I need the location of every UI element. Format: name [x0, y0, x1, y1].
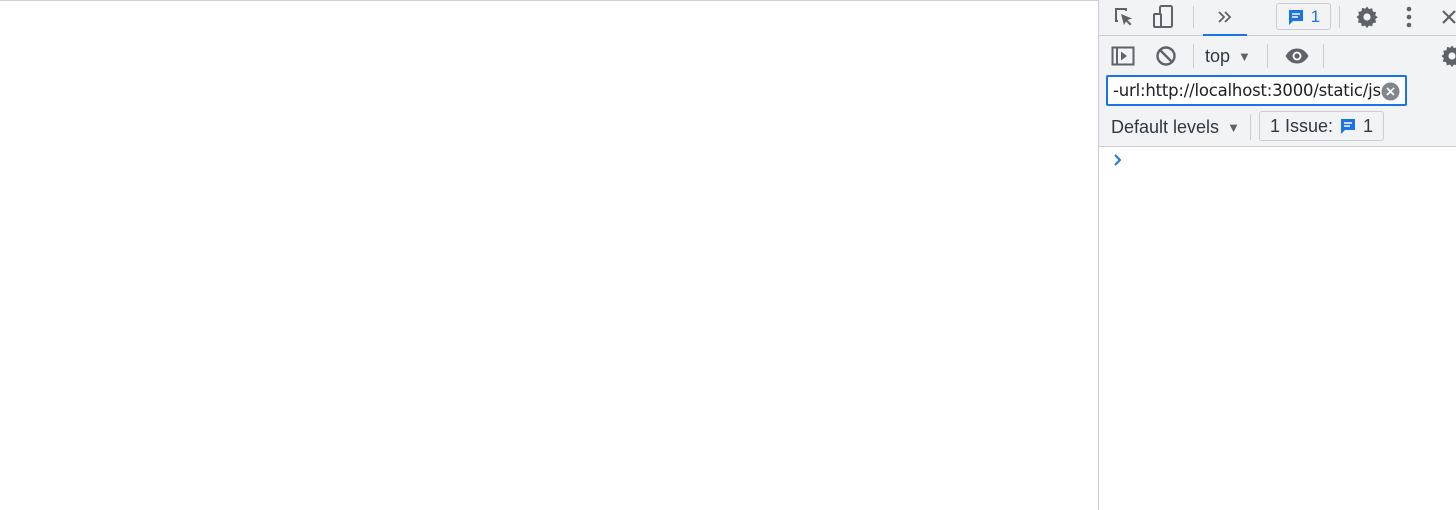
console-input[interactable]	[1129, 150, 1449, 172]
issues-message-icon	[1339, 117, 1357, 135]
issues-badge-count: 1	[1310, 6, 1321, 26]
default-levels-dropdown[interactable]: Default levels ▼	[1111, 115, 1240, 139]
tab-separator	[1339, 6, 1340, 28]
console-settings-gear-icon[interactable]	[1439, 43, 1456, 69]
console-toolbar	[1099, 36, 1456, 74]
device-toolbar-icon[interactable]	[1150, 3, 1176, 31]
toolbar-separator	[1193, 44, 1194, 68]
settings-gear-icon[interactable]	[1353, 3, 1381, 31]
clear-filter-icon[interactable]	[1381, 82, 1400, 101]
live-expression-eye-icon[interactable]	[1284, 45, 1310, 67]
issues-badge-button[interactable]: 1	[1276, 3, 1331, 30]
levels-dropdown-arrow-icon: ▼	[1227, 119, 1240, 135]
context-label: top	[1205, 45, 1231, 66]
context-selector[interactable]: top ▼	[1205, 44, 1251, 68]
close-icon[interactable]	[1439, 5, 1456, 29]
more-tabs-button[interactable]	[1203, 0, 1247, 36]
tab-separator	[1193, 6, 1194, 28]
issues-count: 1	[1363, 115, 1374, 136]
filter-input[interactable]	[1113, 81, 1381, 100]
devtools-panel: 1 top ▼ -url:http://localhost:3000/stati…	[1098, 0, 1456, 510]
devtools-tab-bar: 1	[1099, 0, 1456, 36]
console-prompt-chevron-icon	[1113, 152, 1125, 168]
clear-console-icon[interactable]	[1155, 45, 1177, 67]
inspect-element-icon[interactable]	[1111, 4, 1137, 30]
context-dropdown-arrow-icon: ▼	[1238, 48, 1251, 64]
default-levels-label: Default levels	[1111, 116, 1220, 137]
toolbar-separator	[1267, 44, 1268, 68]
console-filter-field[interactable]	[1106, 75, 1407, 106]
more-tabs-chevron-icon	[1217, 10, 1233, 24]
webpage-viewport	[0, 0, 1098, 510]
show-sidebar-icon[interactable]	[1111, 45, 1135, 67]
issues-message-icon	[1287, 8, 1305, 26]
issues-label: 1 Issue:	[1269, 115, 1334, 136]
toolbar-separator	[1323, 44, 1324, 68]
more-options-kebab-icon[interactable]	[1399, 3, 1419, 31]
levels-separator	[1250, 114, 1251, 140]
issues-button[interactable]: 1 Issue: 1	[1259, 111, 1384, 141]
